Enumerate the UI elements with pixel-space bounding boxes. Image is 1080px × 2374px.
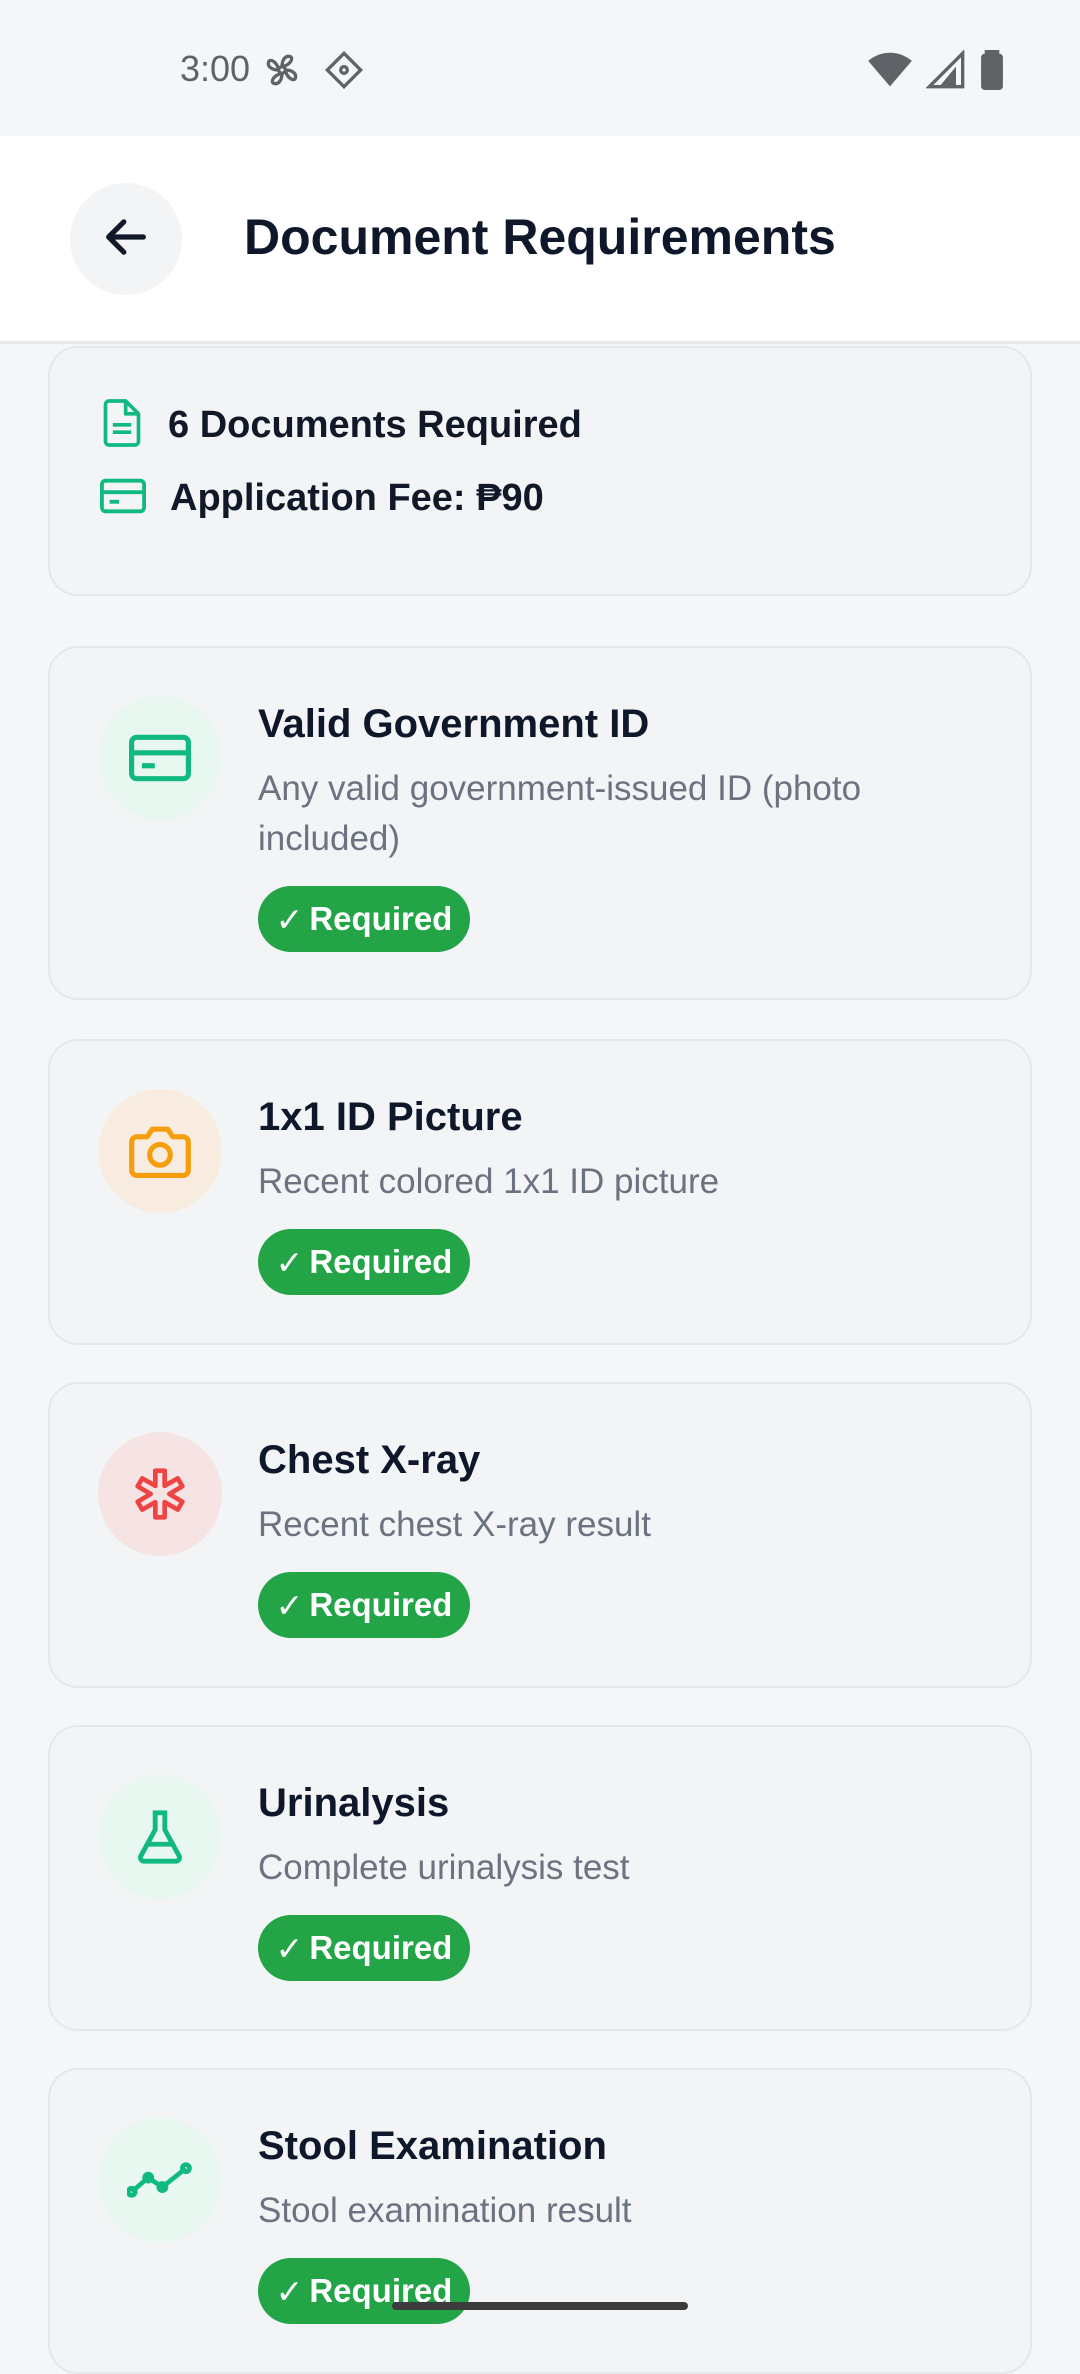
- required-badge: ✓ Required: [258, 2258, 470, 2324]
- battery-icon: [980, 50, 1004, 95]
- document-description: Recent chest X-ray result: [258, 1505, 651, 1544]
- asterisk-medical-icon: [98, 1432, 222, 1556]
- fan-icon: [262, 50, 302, 95]
- required-badge: ✓ Required: [258, 1915, 470, 1981]
- document-title: Valid Government ID: [258, 702, 650, 746]
- application-fee-row: Application Fee: ₱90: [100, 476, 544, 521]
- summary-card: 6 Documents Required Application Fee: ₱9…: [48, 346, 1032, 596]
- check-icon: ✓: [275, 2272, 304, 2310]
- camera-icon: [98, 1089, 222, 1213]
- document-description: Complete urinalysis test: [258, 1848, 630, 1887]
- document-description: Recent colored 1x1 ID picture: [258, 1162, 720, 1201]
- document-card-chest-xray[interactable]: Chest X-ray Recent chest X-ray result ✓ …: [48, 1382, 1032, 1688]
- badge-label: Required: [309, 1929, 453, 1966]
- credit-card-icon: [100, 476, 146, 521]
- status-right-icons: [868, 49, 1004, 95]
- required-badge: ✓ Required: [258, 886, 470, 952]
- check-icon: ✓: [275, 1243, 304, 1281]
- document-description: Any valid government-issued ID (photo in…: [258, 769, 862, 858]
- id-card-icon: [98, 696, 222, 820]
- document-title: Chest X-ray: [258, 1438, 481, 1482]
- badge-label: Required: [309, 1243, 453, 1280]
- page-title: Document Requirements: [244, 209, 836, 265]
- check-icon: ✓: [275, 900, 304, 938]
- document-description: Stool examination result: [258, 2191, 632, 2230]
- documents-count-row: 6 Documents Required: [100, 398, 582, 453]
- document-card-stool-examination[interactable]: Stool Examination Stool examination resu…: [48, 2068, 1032, 2374]
- document-icon: [100, 398, 144, 453]
- document-title: 1x1 ID Picture: [258, 1095, 523, 1139]
- badge-label: Required: [309, 1586, 453, 1623]
- status-left-icons: [262, 50, 364, 95]
- flask-icon: [98, 1775, 222, 1899]
- status-bar: 3:00: [0, 0, 1080, 136]
- document-card-id-picture[interactable]: 1x1 ID Picture Recent colored 1x1 ID pic…: [48, 1039, 1032, 1345]
- cell-signal-icon: [925, 49, 966, 95]
- documents-count-text: 6 Documents Required: [168, 404, 582, 446]
- back-button[interactable]: [70, 183, 182, 295]
- document-title: Stool Examination: [258, 2124, 607, 2168]
- check-icon: ✓: [275, 1929, 304, 1967]
- required-badge: ✓ Required: [258, 1229, 470, 1295]
- application-fee-text: Application Fee: ₱90: [170, 477, 544, 519]
- arrow-left-icon: [100, 211, 152, 268]
- wifi-icon: [868, 50, 912, 95]
- app-bar: Document Requirements: [0, 136, 1080, 344]
- document-title: Urinalysis: [258, 1781, 450, 1825]
- document-card-government-id[interactable]: Valid Government ID Any valid government…: [48, 646, 1032, 1000]
- diamond-app-icon: [324, 50, 364, 95]
- home-indicator[interactable]: [392, 2302, 688, 2310]
- document-card-urinalysis[interactable]: Urinalysis Complete urinalysis test ✓ Re…: [48, 1725, 1032, 2031]
- badge-label: Required: [309, 900, 453, 937]
- check-icon: ✓: [275, 1586, 304, 1624]
- status-time: 3:00: [180, 48, 251, 89]
- required-badge: ✓ Required: [258, 1572, 470, 1638]
- trend-line-icon: [98, 2118, 222, 2242]
